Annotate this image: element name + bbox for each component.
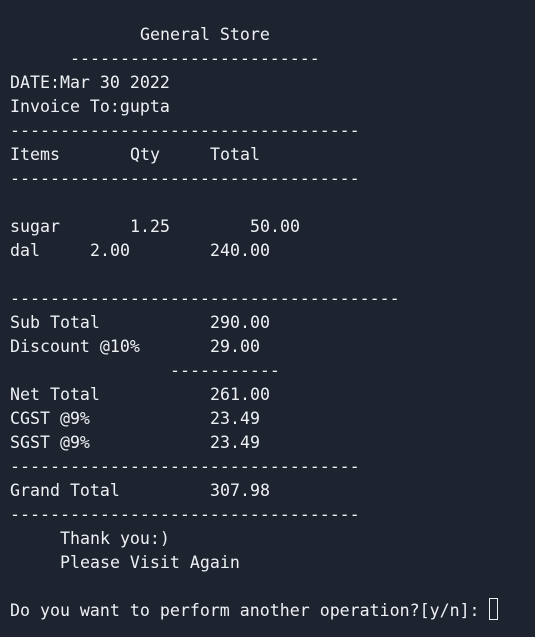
cgst-value: 23.49 xyxy=(210,409,260,428)
header-top-divider: ----------------------------------- xyxy=(10,121,360,140)
terminal-window[interactable]: General Store ------------------------- … xyxy=(0,0,535,637)
item-name: dal xyxy=(10,241,40,260)
tax-divider: ----------------------------------- xyxy=(10,457,360,476)
footer-divider: ----------------------------------- xyxy=(10,505,360,524)
invoice-recipient: Invoice To:gupta xyxy=(10,97,170,116)
sub-total-label: Sub Total xyxy=(10,313,100,332)
input-cursor[interactable] xyxy=(489,598,498,620)
sub-total-value: 290.00 xyxy=(210,313,270,332)
item-total: 240.00 xyxy=(210,241,270,260)
continue-prompt: Do you want to perform another operation… xyxy=(10,601,480,620)
sgst-label: SGST @9% xyxy=(10,433,90,452)
store-name: General Store xyxy=(140,25,270,44)
invoice-date: DATE:Mar 30 2022 xyxy=(10,73,170,92)
cgst-label: CGST @9% xyxy=(10,409,90,428)
thank-you-message: Thank you:) xyxy=(60,529,170,548)
items-divider: --------------------------------------- xyxy=(10,289,400,308)
item-name: sugar xyxy=(10,217,60,236)
discount-label: Discount @10% xyxy=(10,337,140,356)
item-total: 50.00 xyxy=(250,217,300,236)
grand-total-value: 307.98 xyxy=(210,481,270,500)
net-divider: ----------- xyxy=(170,361,280,380)
header-bottom-divider: ----------------------------------- xyxy=(10,169,360,188)
grand-total-label: Grand Total xyxy=(10,481,120,500)
discount-value: 29.00 xyxy=(210,337,260,356)
net-total-label: Net Total xyxy=(10,385,100,404)
item-qty: 2.00 xyxy=(90,241,130,260)
sgst-value: 23.49 xyxy=(210,433,260,452)
column-header-qty: Qty xyxy=(130,145,160,164)
column-header-total: Total xyxy=(210,145,260,164)
visit-again-message: Please Visit Again xyxy=(60,553,240,572)
title-divider: ------------------------- xyxy=(70,49,320,68)
net-total-value: 261.00 xyxy=(210,385,270,404)
column-header-items: Items xyxy=(10,145,60,164)
item-qty: 1.25 xyxy=(130,217,170,236)
